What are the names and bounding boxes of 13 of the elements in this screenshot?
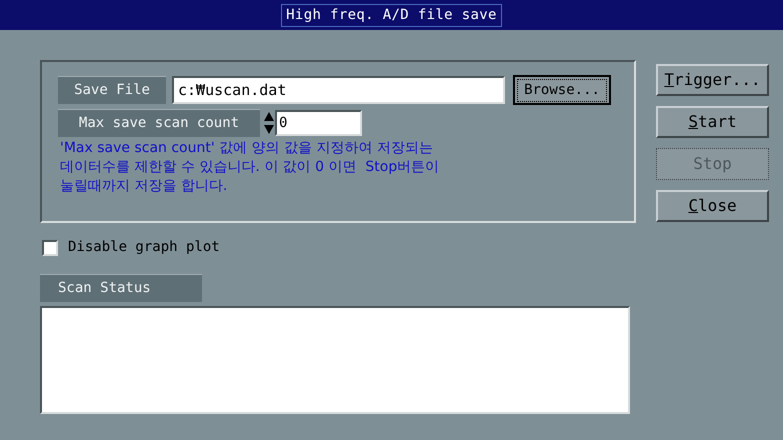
dialog-button[interactable]: Trigger... bbox=[656, 64, 769, 96]
max-scan-count-field[interactable]: 0 bbox=[275, 110, 362, 136]
description-text: 'Max save scan count' 값에 양의 값을 지정하여 저장되는 데이터수를 제한할 수 있습니다. 이 값이 0 이면 Stop버튼이 눌릴때까지 저장을 합니다. bbox=[59, 139, 440, 196]
checkbox[interactable] bbox=[42, 240, 58, 256]
max-scan-count-label: Max save scan count bbox=[58, 109, 260, 137]
save-file-label: Save File bbox=[58, 76, 166, 104]
dialog-button[interactable]: Start bbox=[656, 106, 769, 138]
browse-button[interactable]: Browse... bbox=[513, 75, 611, 105]
save-file-field[interactable]: c:₩uscan.dat bbox=[172, 76, 505, 104]
scan-status-label: Scan Status bbox=[40, 274, 202, 302]
window-title: High freq. A/D file save bbox=[281, 4, 502, 26]
dialog-button[interactable]: Close bbox=[656, 190, 769, 222]
checkbox-label: Disable graph plot bbox=[68, 238, 220, 257]
